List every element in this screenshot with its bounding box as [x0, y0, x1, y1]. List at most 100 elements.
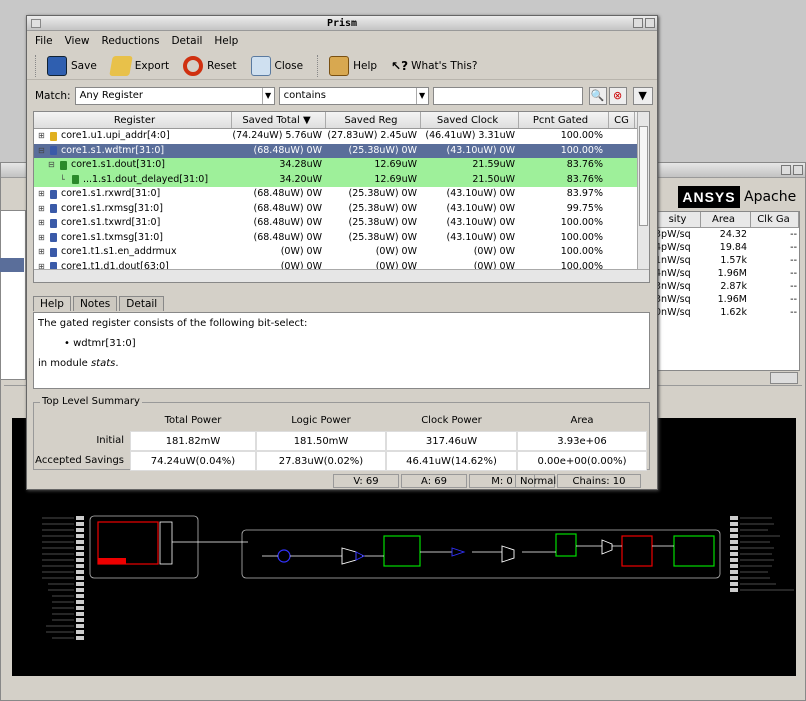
- menu-detail[interactable]: Detail: [171, 35, 202, 47]
- export-hand-icon: [109, 55, 133, 76]
- reset-button[interactable]: Reset: [183, 55, 237, 76]
- density-cell: 4pW/sq: [655, 242, 691, 253]
- clear-button[interactable]: ⊗: [608, 87, 627, 105]
- table-row[interactable]: 3nW/sq 2.87k --: [651, 280, 799, 293]
- saved-total-cell: (68.48uW) 0W: [253, 188, 322, 199]
- summary-header: Total Power: [164, 415, 222, 426]
- horizontal-scrollbar[interactable]: [34, 269, 649, 282]
- table-row[interactable]: ⊞ core1.s1.rxwrd[31:0] (68.48uW) 0W (25.38u…: [34, 187, 649, 202]
- cg-cell: [609, 144, 635, 159]
- tree-toggle-icon[interactable]: ⊞: [38, 202, 50, 217]
- close-button[interactable]: Close: [250, 55, 303, 76]
- column-header-saved-total[interactable]: Saved Total ▼: [232, 112, 326, 128]
- tab-help[interactable]: Help: [33, 296, 71, 311]
- menu-view[interactable]: View: [65, 35, 90, 47]
- register-icon: [50, 204, 57, 214]
- options-dropdown-button[interactable]: ▼: [632, 87, 653, 105]
- register-icon: [50, 218, 57, 228]
- table-row[interactable]: ⊞ core1.s1.rxmsg[31:0] (68.48uW) 0W (25.38u…: [34, 202, 649, 217]
- table-row[interactable]: └ ...1.s1.dout_delayed[31:0] 34.20uW 12.69u…: [34, 172, 649, 188]
- column-header[interactable]: sity: [651, 212, 701, 227]
- tree-toggle-icon[interactable]: ⊟: [38, 144, 50, 159]
- register-table: Register Saved Total ▼ Saved Reg Saved C…: [33, 111, 650, 283]
- table-row[interactable]: 3pW/sq 24.32 --: [651, 228, 799, 241]
- help-bullet: • wdtmr[31:0]: [64, 338, 136, 349]
- minimize-icon[interactable]: [633, 18, 643, 28]
- saved-reg-cell: (25.38uW) 0W: [348, 217, 417, 228]
- help-button[interactable]: Help: [329, 55, 377, 76]
- window-menu-icon[interactable]: [31, 19, 41, 28]
- export-button[interactable]: Export: [109, 55, 169, 76]
- table-row[interactable]: ⊞ core1.t1.s1.en_addrmux (0W) 0W (0W) 0W (0W…: [34, 245, 649, 260]
- tab-notes[interactable]: Notes: [72, 296, 118, 311]
- match-row: Match: Any Register ▼ contains ▼ 🔍 ⊗ ▼: [27, 84, 657, 108]
- save-button[interactable]: Save: [47, 55, 97, 76]
- maximize-icon[interactable]: [793, 165, 803, 175]
- table-row[interactable]: ⊞ core1.s1.txmsg[31:0] (68.48uW) 0W (25.38u…: [34, 231, 649, 246]
- summary-legend: Top Level Summary: [40, 396, 142, 407]
- reset-arrow-icon: [183, 55, 204, 76]
- table-row[interactable]: 1nW/sq 1.57k --: [651, 254, 799, 267]
- saved-clock-cell: (43.10uW) 0W: [446, 188, 515, 199]
- tree-toggle-icon[interactable]: ⊞: [38, 216, 50, 231]
- tab-detail[interactable]: Detail: [119, 296, 165, 311]
- clk-gate-cell: --: [790, 307, 797, 318]
- tree-toggle-icon[interactable]: ⊞: [38, 129, 50, 144]
- register-name: core1.s1.wdtmr[31:0]: [61, 144, 165, 156]
- vertical-scrollbar[interactable]: [637, 112, 649, 269]
- register-cell: ⊞ core1.s1.rxwrd[31:0]: [34, 187, 232, 202]
- prism-titlebar[interactable]: Prism: [27, 16, 657, 31]
- register-name: core1.u1.upi_addr[4:0]: [61, 130, 170, 141]
- cg-cell: [609, 187, 635, 202]
- column-header[interactable]: Clk Ga: [751, 212, 799, 227]
- table-row[interactable]: 3nW/sq 1.96M --: [651, 293, 799, 306]
- column-header-cg[interactable]: CG: [609, 112, 635, 128]
- search-button[interactable]: 🔍: [588, 87, 607, 105]
- table-row[interactable]: ⊟ core1.s1.dout[31:0] 34.28uW 12.69uW 21.59u…: [34, 158, 649, 173]
- column-header-saved-reg[interactable]: Saved Reg: [326, 112, 421, 128]
- toolbar-grip: [35, 54, 39, 77]
- menu-reductions[interactable]: Reductions: [102, 35, 160, 47]
- saved-reg-cell: 12.69uW: [374, 173, 417, 185]
- tree-toggle-icon[interactable]: ⊞: [38, 187, 50, 202]
- table-row[interactable]: ⊞ core1.s1.txwrd[31:0] (68.48uW) 0W (25.38u…: [34, 216, 649, 231]
- minimize-icon[interactable]: [781, 165, 791, 175]
- maximize-icon[interactable]: [645, 18, 655, 28]
- apache-label: Apache: [744, 189, 797, 205]
- table-row[interactable]: ⊞ core1.u1.upi_addr[4:0] (74.24uW) 5.76uW (…: [34, 129, 649, 144]
- table-row[interactable]: 0nW/sq 1.62k --: [651, 306, 799, 319]
- pcnt-gated-cell: 100.00%: [560, 246, 603, 257]
- floppy-disk-icon: [47, 55, 67, 76]
- column-header-pcnt-gated[interactable]: Pcnt Gated: [519, 112, 609, 128]
- column-header-saved-clock[interactable]: Saved Clock: [421, 112, 519, 128]
- tree-toggle-icon[interactable]: ⊞: [38, 245, 50, 260]
- menu-help[interactable]: Help: [214, 35, 238, 47]
- register-cell: ⊞ core1.t1.s1.en_addrmux: [34, 245, 232, 260]
- status-a: A: 69: [401, 474, 467, 488]
- sort-desc-icon: ▼: [302, 115, 311, 126]
- horizontal-scrollbar[interactable]: [770, 372, 798, 384]
- clear-icon: ⊗: [612, 89, 623, 102]
- column-header-register[interactable]: Register: [34, 112, 232, 128]
- clk-gate-cell: --: [790, 268, 797, 279]
- pcnt-gated-cell: 100.00%: [560, 217, 603, 228]
- density-cell: 3nW/sq: [655, 294, 691, 305]
- pcnt-gated-cell: 99.75%: [566, 202, 603, 214]
- match-field-value: Any Register: [79, 90, 144, 101]
- tree-toggle-icon[interactable]: ⊟: [48, 158, 60, 173]
- saved-total-cell: (68.48uW) 0W: [253, 202, 322, 214]
- density-cell: 0nW/sq: [655, 307, 691, 318]
- tree-toggle-icon[interactable]: ⊞: [38, 231, 50, 246]
- match-field-select[interactable]: Any Register ▼: [74, 87, 275, 105]
- menu-file[interactable]: File: [35, 35, 53, 47]
- table-row[interactable]: ⊟ core1.s1.wdtmr[31:0] (68.48uW) 0W (25.38u…: [34, 143, 649, 159]
- match-operator-select[interactable]: contains ▼: [278, 87, 429, 105]
- table-row[interactable]: 4pW/sq 19.84 --: [651, 241, 799, 254]
- scroll-thumb[interactable]: [639, 126, 648, 226]
- table-row[interactable]: 4nW/sq 1.96M --: [651, 267, 799, 280]
- tree-toggle-icon[interactable]: └: [60, 173, 72, 188]
- match-value-input[interactable]: [432, 87, 583, 105]
- register-cell: ⊟ core1.s1.dout[31:0]: [34, 158, 232, 173]
- column-header[interactable]: Area: [701, 212, 751, 227]
- whats-this-button[interactable]: ↖? What's This?: [391, 59, 477, 73]
